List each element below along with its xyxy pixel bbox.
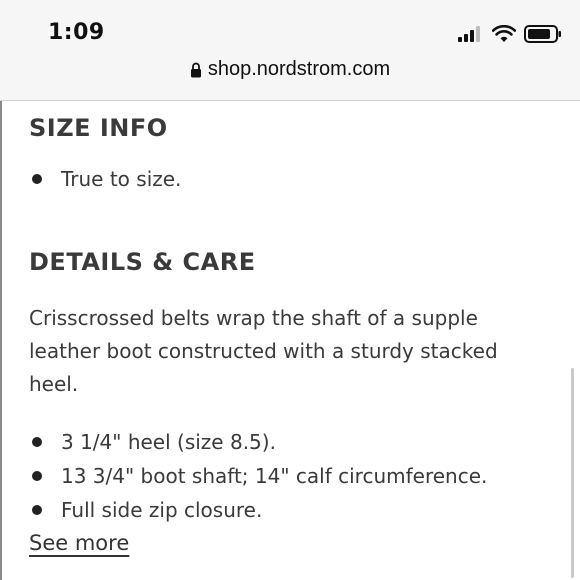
size-info-title: SIZE INFO (29, 114, 168, 142)
size-info-list: True to size. (29, 162, 181, 196)
bullet-icon (32, 471, 42, 481)
browser-url-bar[interactable]: shop.nordstrom.com (0, 56, 580, 101)
wifi-icon (492, 25, 516, 42)
url-display[interactable]: shop.nordstrom.com (190, 58, 390, 81)
list-item-text: 13 3/4" boot shaft; 14" calf circumferen… (61, 464, 488, 488)
product-description: Crisscrossed belts wrap the shaft of a s… (29, 306, 498, 396)
list-item-text: 3 1/4" heel (size 8.5). (61, 430, 276, 454)
cellular-signal-icon (458, 26, 480, 42)
see-more-link[interactable]: See more (29, 531, 129, 555)
scroll-indicator[interactable] (571, 368, 574, 578)
url-text: shop.nordstrom.com (207, 58, 391, 80)
battery-icon (524, 25, 561, 43)
status-time: 1:09 (48, 20, 105, 45)
list-item: True to size. (29, 162, 181, 196)
bullet-icon (32, 505, 42, 515)
details-care-title: DETAILS & CARE (29, 248, 256, 276)
list-item: 13 3/4" boot shaft; 14" calf circumferen… (29, 459, 487, 493)
bullet-icon (32, 437, 42, 447)
list-item: Full side zip closure. (29, 493, 487, 527)
list-item-text: True to size. (61, 167, 182, 191)
list-item: 3 1/4" heel (size 8.5). (29, 425, 487, 459)
details-list: 3 1/4" heel (size 8.5). 13 3/4" boot sha… (29, 425, 487, 527)
bullet-icon (32, 174, 42, 184)
list-item-text: Full side zip closure. (61, 498, 263, 522)
lock-icon (190, 62, 201, 77)
status-icons (458, 22, 562, 46)
status-bar: 1:09 (0, 0, 580, 56)
